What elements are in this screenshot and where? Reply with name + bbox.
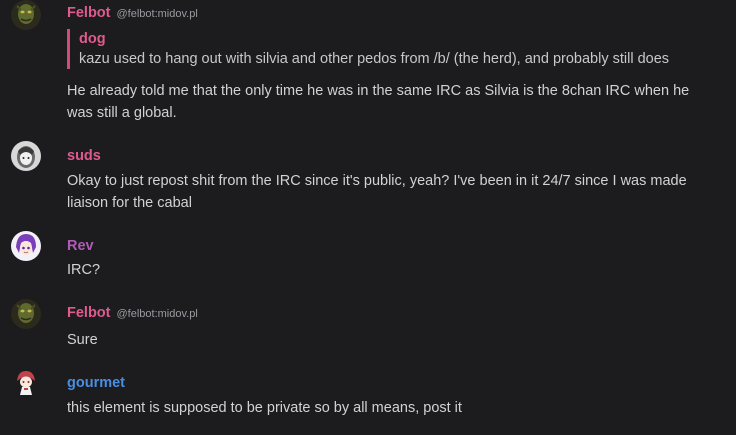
message-sender[interactable]: gourmet — [67, 374, 125, 392]
sender-name[interactable]: suds — [67, 148, 101, 164]
sender-user-id: @felbot:midov.pl — [116, 8, 198, 20]
quote-sender[interactable]: dog — [79, 29, 719, 49]
sender-user-id: @felbot:midov.pl — [116, 308, 198, 320]
quote-text: kazu used to hang out with silvia and ot… — [79, 51, 670, 67]
message-sender[interactable]: Felbot @felbot:midov.pl — [67, 4, 198, 23]
sender-name[interactable]: gourmet — [67, 375, 125, 391]
felbot-avatar[interactable] — [11, 0, 41, 30]
message-sender[interactable]: suds — [67, 147, 101, 165]
red-hair-chibi-avatar-icon — [11, 367, 41, 397]
sender-name[interactable]: Felbot — [67, 305, 111, 321]
message-body: this element is supposed to be private s… — [67, 400, 462, 416]
message-body: Sure — [67, 332, 98, 348]
sender-name[interactable]: Felbot — [67, 5, 111, 21]
felbot-avatar[interactable] — [11, 299, 41, 329]
green-goblin-avatar-icon — [11, 0, 41, 30]
sender-name[interactable]: Rev — [67, 238, 94, 254]
purple-hair-avatar-icon — [11, 231, 41, 261]
green-goblin-avatar-icon — [11, 299, 41, 329]
message-body: IRC? — [67, 262, 101, 278]
grey-character-avatar-icon — [11, 141, 41, 171]
message-sender[interactable]: Rev — [67, 237, 94, 255]
rev-avatar[interactable] — [11, 231, 41, 261]
message-timeline: Felbot @felbot:midov.pl dog kazu used to … — [0, 0, 736, 435]
message-sender[interactable]: Felbot @felbot:midov.pl — [67, 304, 198, 323]
message-body: Okay to just repost shit from the IRC si… — [67, 173, 687, 211]
reply-quote[interactable]: dog kazu used to hang out with silvia an… — [67, 29, 719, 69]
suds-avatar[interactable] — [11, 141, 41, 171]
gourmet-avatar[interactable] — [11, 367, 41, 397]
message-body: He already told me that the only time he… — [67, 83, 690, 121]
